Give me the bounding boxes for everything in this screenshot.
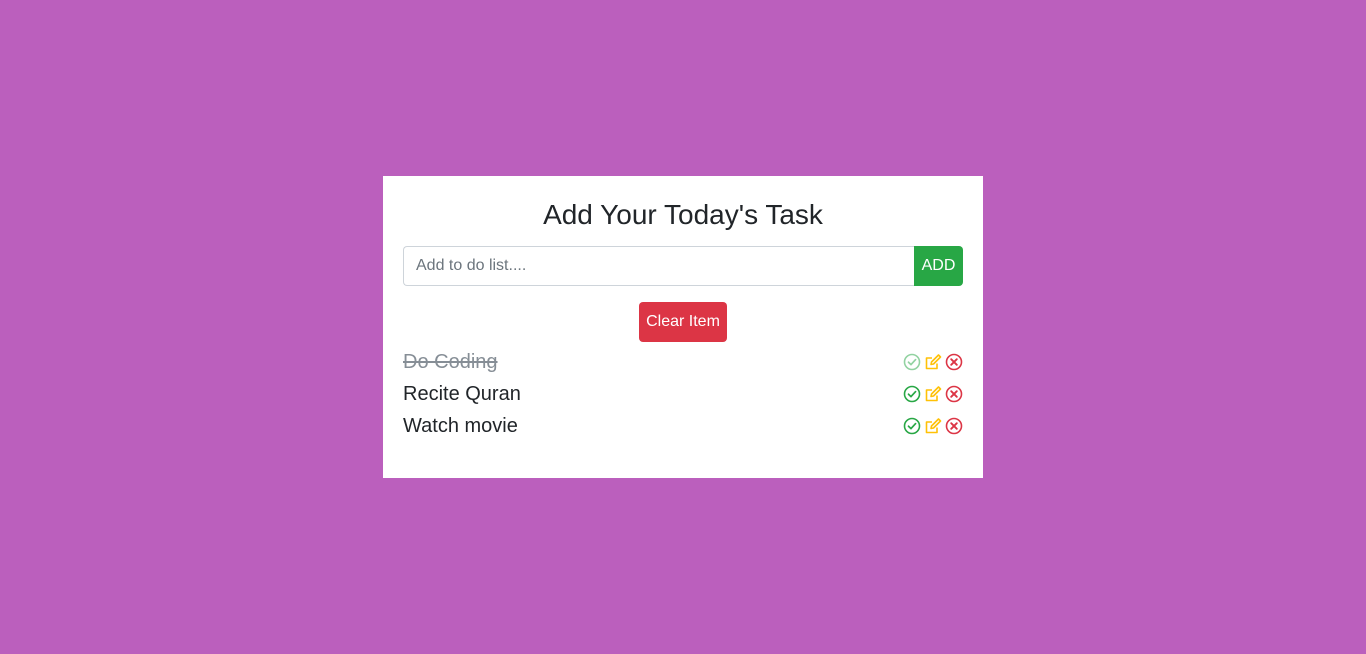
delete-circle-icon[interactable] [945,417,963,435]
edit-icon[interactable] [924,353,942,371]
todo-item: Recite Quran [403,378,963,410]
check-circle-icon[interactable] [903,417,921,435]
todo-item-actions [903,353,963,371]
check-circle-icon[interactable] [903,385,921,403]
edit-icon[interactable] [924,385,942,403]
todo-item-text: Do Coding [403,350,498,373]
todo-input[interactable] [403,246,914,286]
todo-item: Watch movie [403,410,963,442]
todo-list: Do Coding Recite Quran Watch movie [403,346,963,442]
check-circle-icon[interactable] [903,353,921,371]
todo-item-text: Recite Quran [403,382,521,405]
delete-circle-icon[interactable] [945,353,963,371]
todo-item-text: Watch movie [403,414,518,437]
edit-icon[interactable] [924,417,942,435]
add-task-row: ADD [403,246,963,286]
todo-item: Do Coding [403,346,963,378]
add-button[interactable]: ADD [914,246,963,286]
clear-row: Clear Item [403,302,963,342]
todo-item-actions [903,417,963,435]
todo-item-actions [903,385,963,403]
delete-circle-icon[interactable] [945,385,963,403]
todo-card: Add Your Today's Task ADD Clear Item Do … [383,176,983,478]
clear-item-button[interactable]: Clear Item [639,302,727,342]
page-title: Add Your Today's Task [543,199,823,230]
